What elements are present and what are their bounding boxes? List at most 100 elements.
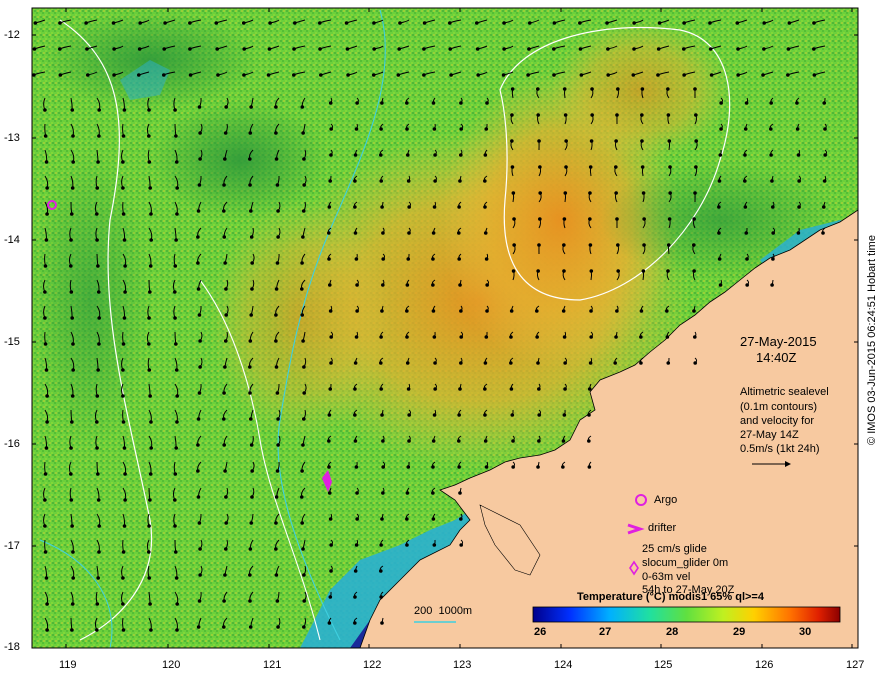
velocity-arrowhead [717, 257, 722, 261]
velocity-arrowhead [537, 387, 541, 391]
velocity-arrowhead [45, 420, 49, 424]
velocity-arrowhead [216, 73, 220, 77]
velocity-arrowhead [302, 157, 306, 161]
velocity-arrowhead [483, 231, 488, 235]
velocity-arrowhead [511, 439, 515, 443]
velocity-arrowhead [276, 235, 280, 239]
velocity-arrowhead [501, 73, 506, 77]
velocity-arrowhead [173, 550, 178, 554]
velocity-arrowhead [329, 127, 333, 131]
velocity-arrowhead [379, 387, 383, 391]
velocity-arrowhead [222, 183, 226, 187]
velocity-arrowhead [614, 191, 618, 195]
velocity-arrowhead [578, 21, 582, 25]
velocity-arrowhead [267, 47, 272, 51]
colorbar-tick: 27 [599, 626, 612, 638]
velocity-arrowhead [276, 209, 280, 213]
velocity-arrowhead [302, 573, 306, 577]
velocity-arrowhead [590, 87, 594, 91]
velocity-arrowhead [112, 47, 116, 51]
x-tick-label: 126 [755, 659, 774, 671]
velocity-arrowhead [511, 465, 515, 469]
velocity-arrowhead [223, 365, 227, 369]
velocity-arrowhead [692, 309, 696, 313]
velocity-arrowhead [327, 465, 331, 469]
velocity-arrowhead [640, 165, 645, 169]
velocity-arrowhead [380, 309, 384, 313]
velocity-arrowhead [45, 212, 49, 216]
velocity-arrowhead [197, 105, 202, 109]
velocity-arrowhead [459, 517, 463, 521]
velocity-arrowhead [578, 47, 583, 51]
velocity-arrowhead [693, 87, 697, 91]
velocity-arrowhead [222, 209, 226, 213]
velocity-arrowhead [717, 179, 722, 183]
velocity-arrowhead [198, 131, 202, 135]
velocity-arrowhead [502, 47, 506, 51]
velocity-arrowhead [561, 309, 566, 313]
velocity-arrowhead [95, 186, 100, 190]
velocity-arrowhead [589, 309, 593, 313]
velocity-arrowhead [302, 391, 306, 395]
velocity-arrowhead [379, 179, 384, 183]
velocity-arrowhead [771, 231, 775, 235]
velocity-arrowhead [562, 217, 567, 221]
velocity-arrowhead [512, 217, 516, 221]
velocity-arrowhead [196, 495, 201, 499]
velocity-arrowhead [71, 550, 75, 554]
velocity-arrowhead [631, 73, 636, 77]
velocity-arrowhead [327, 491, 332, 495]
y-tick-label: -17 [4, 540, 20, 552]
velocity-arrowhead [173, 316, 177, 320]
velocity-arrowhead [58, 73, 63, 77]
velocity-arrowhead [692, 335, 697, 339]
velocity-arrowhead [274, 105, 278, 109]
velocity-arrowhead [743, 205, 748, 209]
velocity-arrowhead [121, 134, 126, 138]
velocity-arrowhead [121, 576, 125, 580]
velocity-arrowhead [665, 335, 670, 339]
velocity-arrowhead [536, 113, 540, 117]
velocity-arrowhead [274, 365, 279, 369]
velocity-arrowhead [484, 465, 489, 469]
y-tick-label: -16 [4, 438, 20, 450]
y-tick-label: -12 [4, 29, 20, 41]
depth-legend-label: 200 1000m [414, 605, 473, 617]
velocity-arrowhead [458, 283, 462, 287]
velocity-arrowhead [797, 179, 801, 183]
velocity-arrowhead [355, 517, 359, 521]
velocity-arrowhead [149, 238, 153, 242]
velocity-arrowhead [355, 283, 359, 287]
velocity-arrowhead [812, 73, 817, 77]
velocity-arrowhead [397, 47, 401, 51]
velocity-arrowhead [537, 243, 541, 247]
velocity-arrowhead [457, 465, 461, 469]
velocity-arrowhead [561, 439, 566, 443]
velocity-arrowhead [639, 335, 643, 339]
velocity-arrowhead [564, 139, 568, 143]
velocity-arrowhead [795, 127, 800, 131]
velocity-arrowhead [302, 599, 306, 603]
velocity-arrowhead [502, 21, 506, 25]
velocity-arrowhead [71, 134, 75, 138]
velocity-arrowhead [121, 420, 126, 424]
velocity-arrowhead [223, 469, 227, 473]
velocity-arrowhead [639, 361, 643, 365]
velocity-arrowhead [175, 602, 179, 606]
velocity-arrowhead [197, 391, 202, 395]
argo-label: Argo [654, 494, 678, 506]
velocity-arrowhead [579, 73, 584, 77]
velocity-arrowhead [448, 47, 453, 51]
velocity-arrowhead [123, 290, 127, 294]
velocity-arrowhead [459, 361, 463, 365]
velocity-arrowhead [605, 21, 609, 25]
velocity-arrowhead [666, 113, 671, 117]
velocity-arrowhead [196, 261, 200, 265]
velocity-arrowhead [616, 269, 620, 273]
velocity-arrowhead [485, 283, 489, 287]
velocity-arrowhead [509, 361, 513, 365]
velocity-arrowhead [223, 339, 228, 343]
velocity-arrowhead [173, 472, 178, 476]
velocity-arrowhead [97, 342, 101, 346]
velocity-arrowhead [615, 217, 619, 221]
